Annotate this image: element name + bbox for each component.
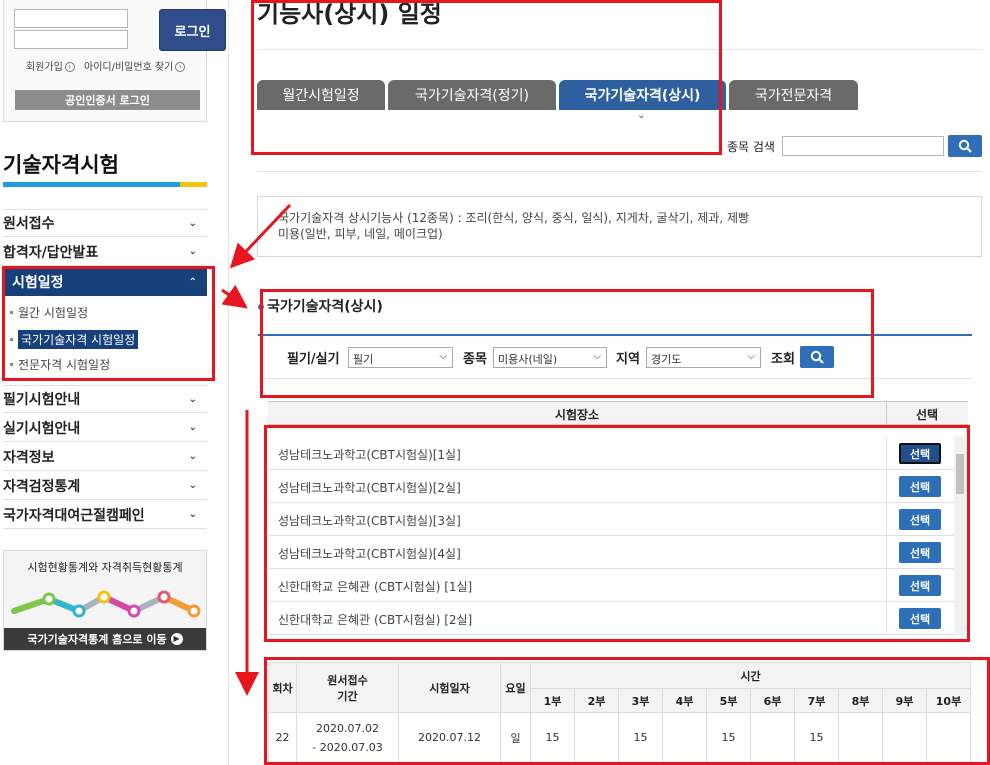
annotation-arrow xyxy=(229,203,292,269)
annotation-arrow xyxy=(221,284,248,309)
annotation-arrows xyxy=(221,203,292,696)
